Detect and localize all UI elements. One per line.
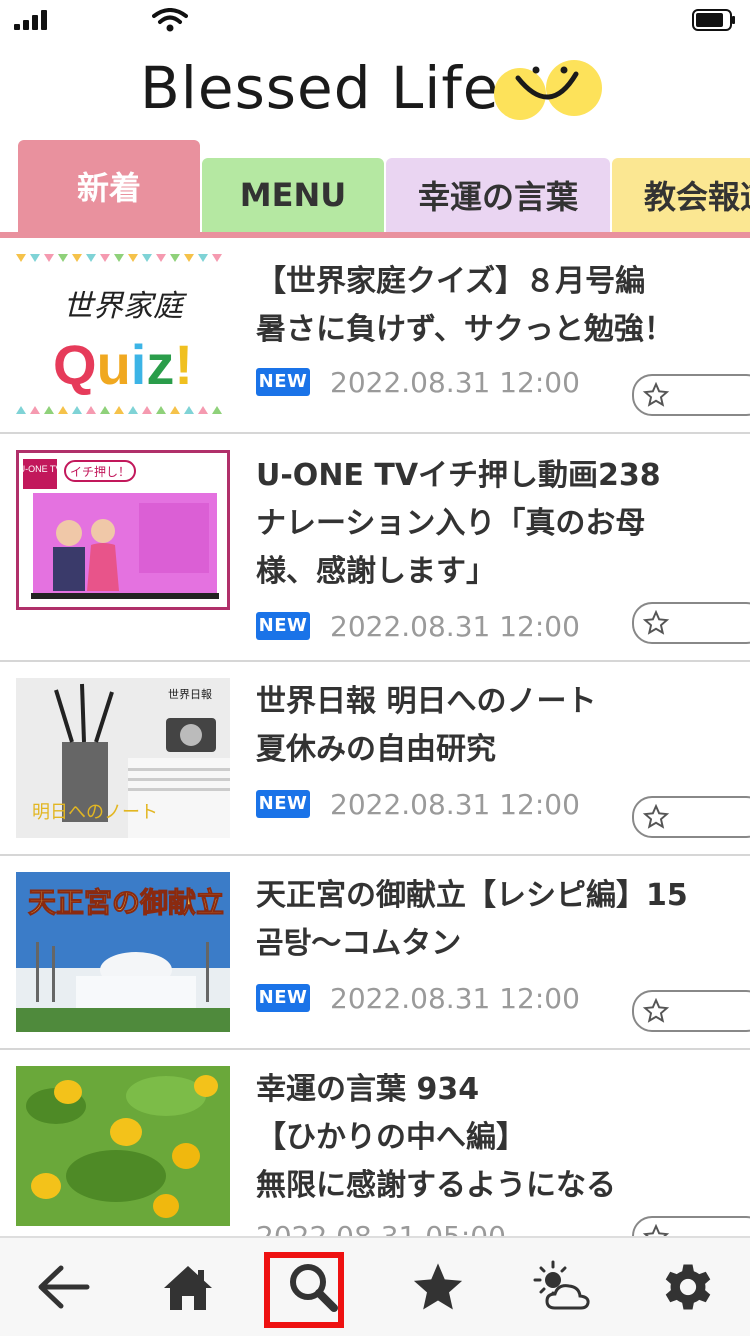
article-item[interactable]: 天正宮の御献立 天正宮の御献立【レシピ編】15 곰탕〜コムタン NEW 2022… [0, 856, 750, 1050]
article-title-line: 夏休みの自由研究 [256, 732, 496, 767]
article-title-line: ナレーション入り「真のお母 [256, 506, 646, 541]
thumb-logo: U-ONE TV [19, 464, 61, 474]
article-meta: NEW 2022.08.31 12:00 [256, 609, 580, 643]
article-title-line: 【世界家庭クイズ】８月号編 [256, 264, 646, 299]
article-title: 幸運の言葉 934 【ひかりの中へ編】 無限に感謝するようになる [256, 1066, 736, 1210]
bottom-navigation [0, 1236, 750, 1336]
category-tabs: 新着 MENU 幸運の言葉 教会報道 [0, 140, 750, 238]
article-date: 2022.08.31 12:00 [330, 981, 580, 1015]
status-bar [0, 0, 750, 40]
thumb-caption: 天正宮の御献立 [28, 886, 224, 919]
app-logo: Blessed Life [0, 48, 750, 128]
tab-lucky-words-label: 幸運の言葉 [417, 178, 578, 216]
tab-lucky-words[interactable]: 幸運の言葉 [386, 158, 610, 232]
thumb-quiz-caption: Quiz! [53, 333, 193, 396]
article-date: 2022.08.31 12:00 [330, 787, 580, 821]
search-icon [289, 1264, 338, 1312]
quiz-thumbnail-image: 世界家庭 Quiz! [16, 254, 222, 414]
article-title: 世界日報 明日へのノート 夏休みの自由研究 [256, 678, 736, 774]
thumb-script: 世界家庭 [63, 289, 188, 324]
article-meta: 2022.08.31 05:00 [256, 1219, 506, 1237]
article-thumbnail: U-ONE TV イチ押し！ [16, 450, 230, 610]
article-item[interactable]: 幸運の言葉 934 【ひかりの中へ編】 無限に感謝するようになる 2022.08… [0, 1050, 750, 1236]
tab-church-news-label: 教会報道 [644, 178, 750, 216]
home-icon [163, 1266, 212, 1310]
wifi-icon [152, 8, 188, 32]
article-title-line: 【ひかりの中へ編】 [256, 1120, 526, 1155]
article-thumbnail: 世界日報 明日へのノート [16, 678, 230, 838]
article-title: U-ONE TVイチ押し動画238 ナレーション入り「真のお母 様、感謝します」 [256, 452, 736, 596]
new-badge: NEW [256, 368, 310, 396]
article-title: 天正宮の御献立【レシピ編】15 곰탕〜コムタン [256, 872, 736, 968]
thumb-caption: 明日へのノート [32, 802, 158, 823]
tab-church-news[interactable]: 教会報道 [612, 158, 750, 232]
tab-menu[interactable]: MENU [202, 158, 384, 232]
notebook-thumbnail-image: 世界日報 明日へのノート [16, 678, 230, 838]
star-outline-icon [642, 804, 670, 829]
home-button[interactable] [125, 1238, 250, 1336]
star-outline-icon [642, 998, 670, 1023]
favorite-button[interactable] [632, 602, 750, 644]
signal-strength-icon [14, 10, 48, 30]
article-item[interactable]: 世界日報 明日へのノート 世界日報 明日へのノート 夏休みの自由研究 NEW 2… [0, 662, 750, 856]
article-title-line: 天正宮の御献立【レシピ編】15 [256, 878, 688, 913]
article-title-line: 無限に感謝するようになる [256, 1168, 616, 1203]
star-icon [413, 1263, 462, 1310]
search-button[interactable] [250, 1238, 375, 1336]
article-title-line: 幸運の言葉 934 [256, 1072, 480, 1107]
star-outline-icon [642, 1224, 670, 1236]
new-badge: NEW [256, 612, 310, 640]
back-button[interactable] [0, 1238, 125, 1336]
tab-new-label: 新着 [76, 169, 141, 207]
smile-logo-icon [494, 60, 602, 120]
logo-text: Blessed Life [140, 54, 500, 122]
article-date: 2022.08.31 05:00 [256, 1219, 506, 1237]
article-meta: NEW 2022.08.31 12:00 [256, 787, 580, 821]
uone-tv-thumbnail-image: U-ONE TV イチ押し！ [19, 453, 227, 607]
thumb-logo: 世界日報 [168, 688, 212, 701]
article-title-line: 様、感謝します」 [256, 554, 496, 589]
article-thumbnail: 世界家庭 Quiz! [16, 254, 230, 414]
settings-button[interactable] [625, 1238, 750, 1336]
favorite-button[interactable] [632, 990, 750, 1032]
favorites-button[interactable] [375, 1238, 500, 1336]
article-meta: NEW 2022.08.31 12:00 [256, 365, 580, 399]
article-meta: NEW 2022.08.31 12:00 [256, 981, 580, 1015]
palace-menu-thumbnail-image: 天正宮の御献立 [16, 872, 230, 1032]
article-title: 【世界家庭クイズ】８月号編 暑さに負けず、サクっと勉強！ [256, 258, 736, 354]
tab-menu-label: MENU [239, 176, 347, 214]
favorite-button[interactable] [632, 796, 750, 838]
article-title-line: 곰탕〜コムタン [256, 926, 462, 961]
star-outline-icon [642, 610, 670, 635]
article-thumbnail [16, 1066, 230, 1226]
article-date: 2022.08.31 12:00 [330, 609, 580, 643]
article-list: 世界家庭 Quiz! 【世界家庭クイズ】８月号編 暑さに負けず、サクっと勉強！ … [0, 238, 750, 1236]
article-item[interactable]: U-ONE TV イチ押し！ U-ONE TVイチ押し動画238 ナレーション入… [0, 434, 750, 662]
tab-new[interactable]: 新着 [18, 140, 200, 232]
new-badge: NEW [256, 984, 310, 1012]
battery-icon [692, 9, 735, 31]
favorite-button[interactable] [632, 374, 750, 416]
weather-icon [533, 1260, 590, 1310]
article-thumbnail: 天正宮の御献立 [16, 872, 230, 1032]
article-title-line: 暑さに負けず、サクっと勉強！ [256, 312, 674, 347]
article-title-line: U-ONE TVイチ押し動画238 [256, 458, 661, 493]
thumb-caption: イチ押し！ [70, 465, 130, 479]
article-title-line: 世界日報 明日へのノート [256, 684, 597, 719]
back-arrow-icon [38, 1265, 89, 1309]
article-item[interactable]: 世界家庭 Quiz! 【世界家庭クイズ】８月号編 暑さに負けず、サクっと勉強！ … [0, 238, 750, 434]
settings-gear-icon [665, 1264, 710, 1310]
star-outline-icon [642, 382, 670, 407]
favorite-button[interactable] [632, 1216, 750, 1236]
article-date: 2022.08.31 12:00 [330, 365, 580, 399]
new-badge: NEW [256, 790, 310, 818]
lemon-tree-thumbnail-image [16, 1066, 230, 1226]
weather-button[interactable] [500, 1238, 625, 1336]
